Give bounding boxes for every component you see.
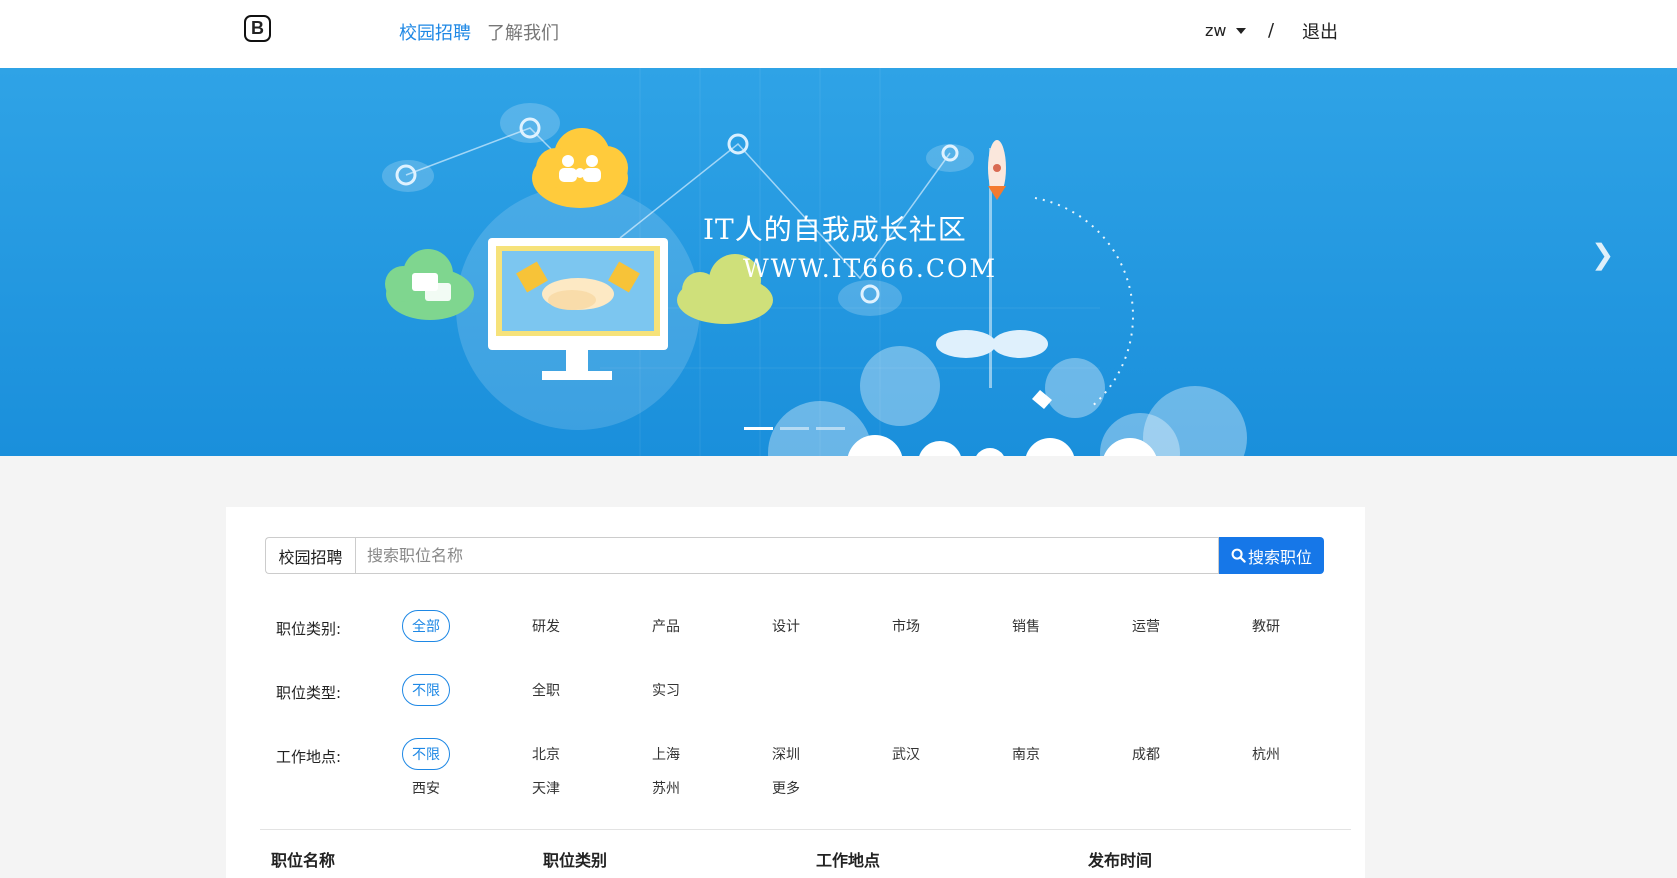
search-button-label: 搜索职位 [1247,547,1312,567]
nav-campus-recruitment[interactable]: 校园招聘 [399,19,471,45]
search-prefix: 校园招聘 [265,537,355,574]
category-option[interactable]: 运营 [1122,610,1170,642]
column-header-publish-time: 发布时间 [1088,851,1153,870]
category-option[interactable]: 市场 [882,610,930,642]
location-option[interactable]: 南京 [1002,738,1050,770]
user-dropdown[interactable]: zw [1205,21,1247,40]
top-navbar: B 校园招聘 了解我们 zw / 退出 [0,0,1677,69]
category-option[interactable]: 产品 [642,610,690,642]
location-option[interactable]: 苏州 [642,772,690,804]
banner-title: IT人的自我成长社区 [703,213,967,246]
location-option-any[interactable]: 不限 [402,738,450,770]
location-option[interactable]: 西安 [402,772,450,804]
carousel-next-icon[interactable]: ❯ [1591,238,1614,271]
category-filter-label: 职位类别: [276,620,342,638]
banner-url: WWW.IT666.COM [743,254,998,283]
location-filter-label: 工作地点: [276,748,342,766]
search-input[interactable] [355,537,1219,574]
column-header-work-location: 工作地点 [816,851,881,870]
separator: / [1268,20,1275,41]
search-group: 校园招聘 搜索职位 [265,537,1324,574]
location-option[interactable]: 杭州 [1242,738,1290,770]
logout-link[interactable]: 退出 [1302,18,1338,44]
location-option[interactable]: 武汉 [882,738,930,770]
search-button[interactable]: 搜索职位 [1219,537,1324,574]
type-option[interactable]: 全职 [522,674,570,706]
search-icon [1231,548,1246,563]
carousel-indicator[interactable] [816,427,845,430]
caret-down-icon [1236,27,1247,34]
carousel-indicators [744,427,845,430]
divider [260,829,1351,830]
type-filter-label: 职位类型: [276,684,342,702]
nav-about-us[interactable]: 了解我们 [487,19,559,45]
column-header-job-category: 职位类别 [543,851,608,870]
carousel-indicator[interactable] [744,427,773,430]
banner-carousel: IT人的自我成长社区 WWW.IT666.COM ❯ [0,68,1677,456]
category-option[interactable]: 教研 [1242,610,1290,642]
location-option[interactable]: 深圳 [762,738,810,770]
location-option[interactable]: 北京 [522,738,570,770]
location-option[interactable]: 天津 [522,772,570,804]
bootstrap-logo-icon[interactable]: B [244,15,271,42]
location-option-more[interactable]: 更多 [762,772,810,804]
category-option[interactable]: 设计 [762,610,810,642]
category-option[interactable]: 研发 [522,610,570,642]
job-search-card: 校园招聘 搜索职位 职位类别: 全部 研发 产品 设计 市场 销售 运营 教研 … [226,507,1365,878]
category-option[interactable]: 销售 [1002,610,1050,642]
type-option-any[interactable]: 不限 [402,674,450,706]
category-option-all[interactable]: 全部 [402,610,450,642]
type-option[interactable]: 实习 [642,674,690,706]
column-header-job-name: 职位名称 [271,851,336,870]
location-option[interactable]: 成都 [1122,738,1170,770]
username: zw [1205,21,1227,40]
carousel-indicator[interactable] [780,427,809,430]
location-option[interactable]: 上海 [642,738,690,770]
